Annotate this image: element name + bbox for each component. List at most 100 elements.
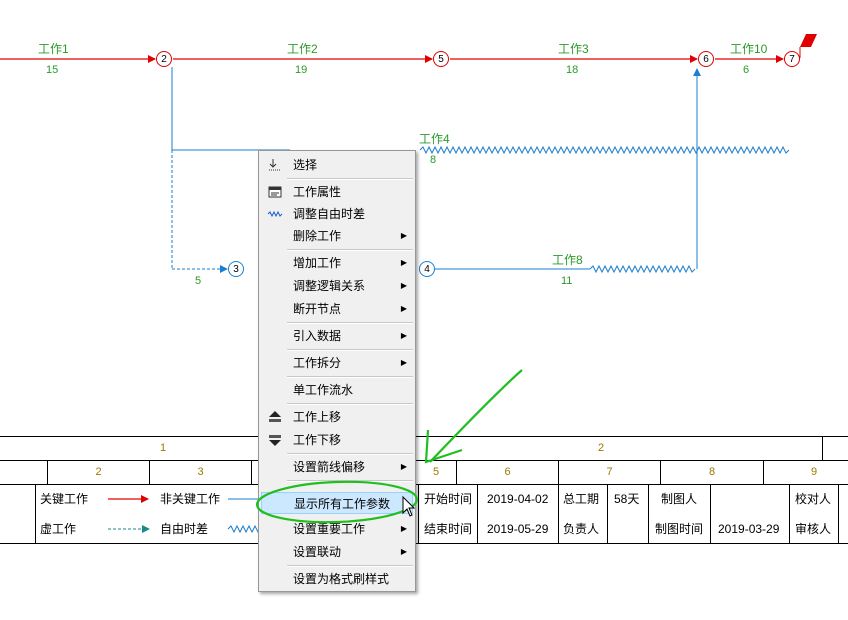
menu-item-label: 工作属性 (293, 185, 342, 199)
context-menu[interactable]: 选择 工作属性 调整自由时差 删除工作 ▶ 增加工作 ▶ 调整逻辑关系 ▶ 断开… (258, 150, 416, 592)
legend-noncritical-label: 非关键工作 (160, 492, 221, 506)
select-icon (267, 157, 283, 173)
submenu-arrow-icon: ▶ (400, 358, 407, 367)
menu-item-label: 引入数据 (293, 329, 342, 343)
properties-icon (267, 184, 283, 200)
work-duration: 6 (743, 64, 750, 76)
work-duration: 11 (561, 275, 573, 287)
menu-item-split-work[interactable]: 工作拆分 ▶ (261, 352, 413, 374)
work-duration: 18 (566, 64, 579, 76)
node-6[interactable]: 6 (698, 51, 714, 67)
submenu-arrow-icon: ▶ (400, 462, 407, 471)
node-3[interactable]: 3 (228, 261, 244, 277)
legend-free-float-label: 自由时差 (160, 522, 209, 536)
work-name: 工作10 (730, 42, 768, 56)
menu-separator (287, 403, 413, 405)
menu-item-label: 设置重要工作 (293, 522, 366, 536)
timeline-cell: 3 (197, 466, 204, 478)
work-name: 工作2 (287, 42, 318, 56)
menu-separator (287, 480, 413, 482)
work8-free-float[interactable] (589, 264, 696, 274)
work-duration: 8 (430, 154, 437, 166)
legend-critical-label: 关键工作 (40, 492, 89, 506)
timeline-cell: 2 (597, 442, 605, 454)
menu-item-delete-work[interactable]: 删除工作 ▶ (261, 225, 413, 247)
wave-icon (267, 206, 283, 222)
menu-item-label: 显示所有工作参数 (294, 497, 391, 511)
submenu-arrow-icon: ▶ (400, 231, 407, 240)
owner-label: 负责人 (563, 522, 600, 536)
submenu-arrow-icon: ▶ (400, 304, 407, 313)
menu-item-move-up[interactable]: 工作上移 (261, 406, 413, 428)
menu-item-label: 增加工作 (293, 256, 342, 270)
timeline-cell: 2 (95, 466, 102, 478)
work-duration: 5 (195, 275, 202, 287)
total-duration-value: 58天 (614, 492, 640, 506)
timeline-cell: 1 (159, 442, 167, 454)
menu-item-format-painter[interactable]: 设置为格式刷样式 (261, 568, 413, 590)
schedule-table: 1 2 2 3 5 6 7 8 9 关键工作 非关键工作 虚工作 自由时差 开始… (0, 436, 848, 544)
end-time-label: 结束时间 (424, 522, 473, 536)
network-diagram[interactable] (0, 0, 848, 436)
legend-free-float-line (227, 524, 262, 534)
submenu-arrow-icon: ▶ (400, 258, 407, 267)
draft-time-value: 2019-03-29 (718, 522, 780, 536)
menu-item-set-important-work[interactable]: 设置重要工作 ▶ (261, 518, 413, 540)
menu-item-break-node[interactable]: 断开节点 ▶ (261, 298, 413, 320)
timeline-cell: 7 (606, 466, 613, 478)
menu-item-label: 工作拆分 (293, 356, 342, 370)
work4-free-float[interactable] (419, 145, 790, 155)
menu-item-label: 断开节点 (293, 302, 342, 316)
work-name: 工作3 (558, 42, 589, 56)
menu-item-arrow-offset[interactable]: 设置箭线偏移 ▶ (261, 456, 413, 478)
timeline-cell: 9 (810, 466, 818, 478)
legend-dummy-label: 虚工作 (40, 522, 77, 536)
menu-item-set-linkage[interactable]: 设置联动 ▶ (261, 541, 413, 563)
move-up-icon (267, 409, 283, 425)
timeline-cell: 6 (504, 466, 511, 478)
submenu-arrow-icon: ▶ (400, 281, 407, 290)
timeline-cell: 5 (432, 466, 440, 478)
node-5[interactable]: 5 (433, 51, 449, 67)
work-name: 工作1 (38, 42, 69, 56)
reviewer-label: 审核人 (795, 522, 832, 536)
menu-item-adjust-free-float[interactable]: 调整自由时差 (261, 203, 413, 225)
menu-item-add-work[interactable]: 增加工作 ▶ (261, 252, 413, 274)
submenu-arrow-icon: ▶ (400, 331, 407, 340)
menu-separator (287, 178, 413, 180)
drafter-label: 制图人 (661, 492, 698, 506)
menu-separator (287, 322, 413, 324)
node-7[interactable]: 7 (784, 51, 800, 67)
menu-item-label: 设置联动 (293, 545, 342, 559)
work-duration: 15 (46, 64, 59, 76)
menu-item-label: 调整逻辑关系 (293, 279, 366, 293)
menu-item-label: 设置箭线偏移 (293, 460, 366, 474)
end-flag-icon (800, 34, 817, 47)
menu-item-select[interactable]: 选择 (261, 154, 413, 176)
submenu-arrow-icon: ▶ (400, 524, 407, 533)
menu-separator (287, 249, 413, 251)
end-time-value: 2019-05-29 (487, 522, 549, 536)
menu-separator (287, 376, 413, 378)
menu-item-label: 单工作流水 (293, 383, 354, 397)
timeline-cell: 8 (708, 466, 716, 478)
menu-item-move-down[interactable]: 工作下移 (261, 429, 413, 451)
menu-item-label: 调整自由时差 (293, 207, 366, 221)
menu-item-label: 工作上移 (293, 410, 342, 424)
submenu-arrow-icon: ▶ (400, 547, 407, 556)
node-2[interactable]: 2 (156, 51, 172, 67)
menu-item-import-data[interactable]: 引入数据 ▶ (261, 325, 413, 347)
menu-item-single-work-flow[interactable]: 单工作流水 (261, 379, 413, 401)
menu-separator (287, 565, 413, 567)
work-duration: 19 (295, 64, 308, 76)
menu-item-label: 设置为格式刷样式 (293, 572, 390, 586)
total-duration-label: 总工期 (563, 492, 600, 506)
menu-item-show-all-params[interactable]: 显示所有工作参数 (261, 492, 413, 514)
start-time-value: 2019-04-02 (487, 492, 549, 506)
menu-item-adjust-logic[interactable]: 调整逻辑关系 ▶ (261, 275, 413, 297)
start-time-label: 开始时间 (424, 492, 473, 506)
menu-item-work-properties[interactable]: 工作属性 (261, 181, 413, 203)
menu-item-label: 工作下移 (293, 433, 342, 447)
checker-label: 校对人 (795, 492, 832, 506)
node-4[interactable]: 4 (419, 261, 435, 277)
